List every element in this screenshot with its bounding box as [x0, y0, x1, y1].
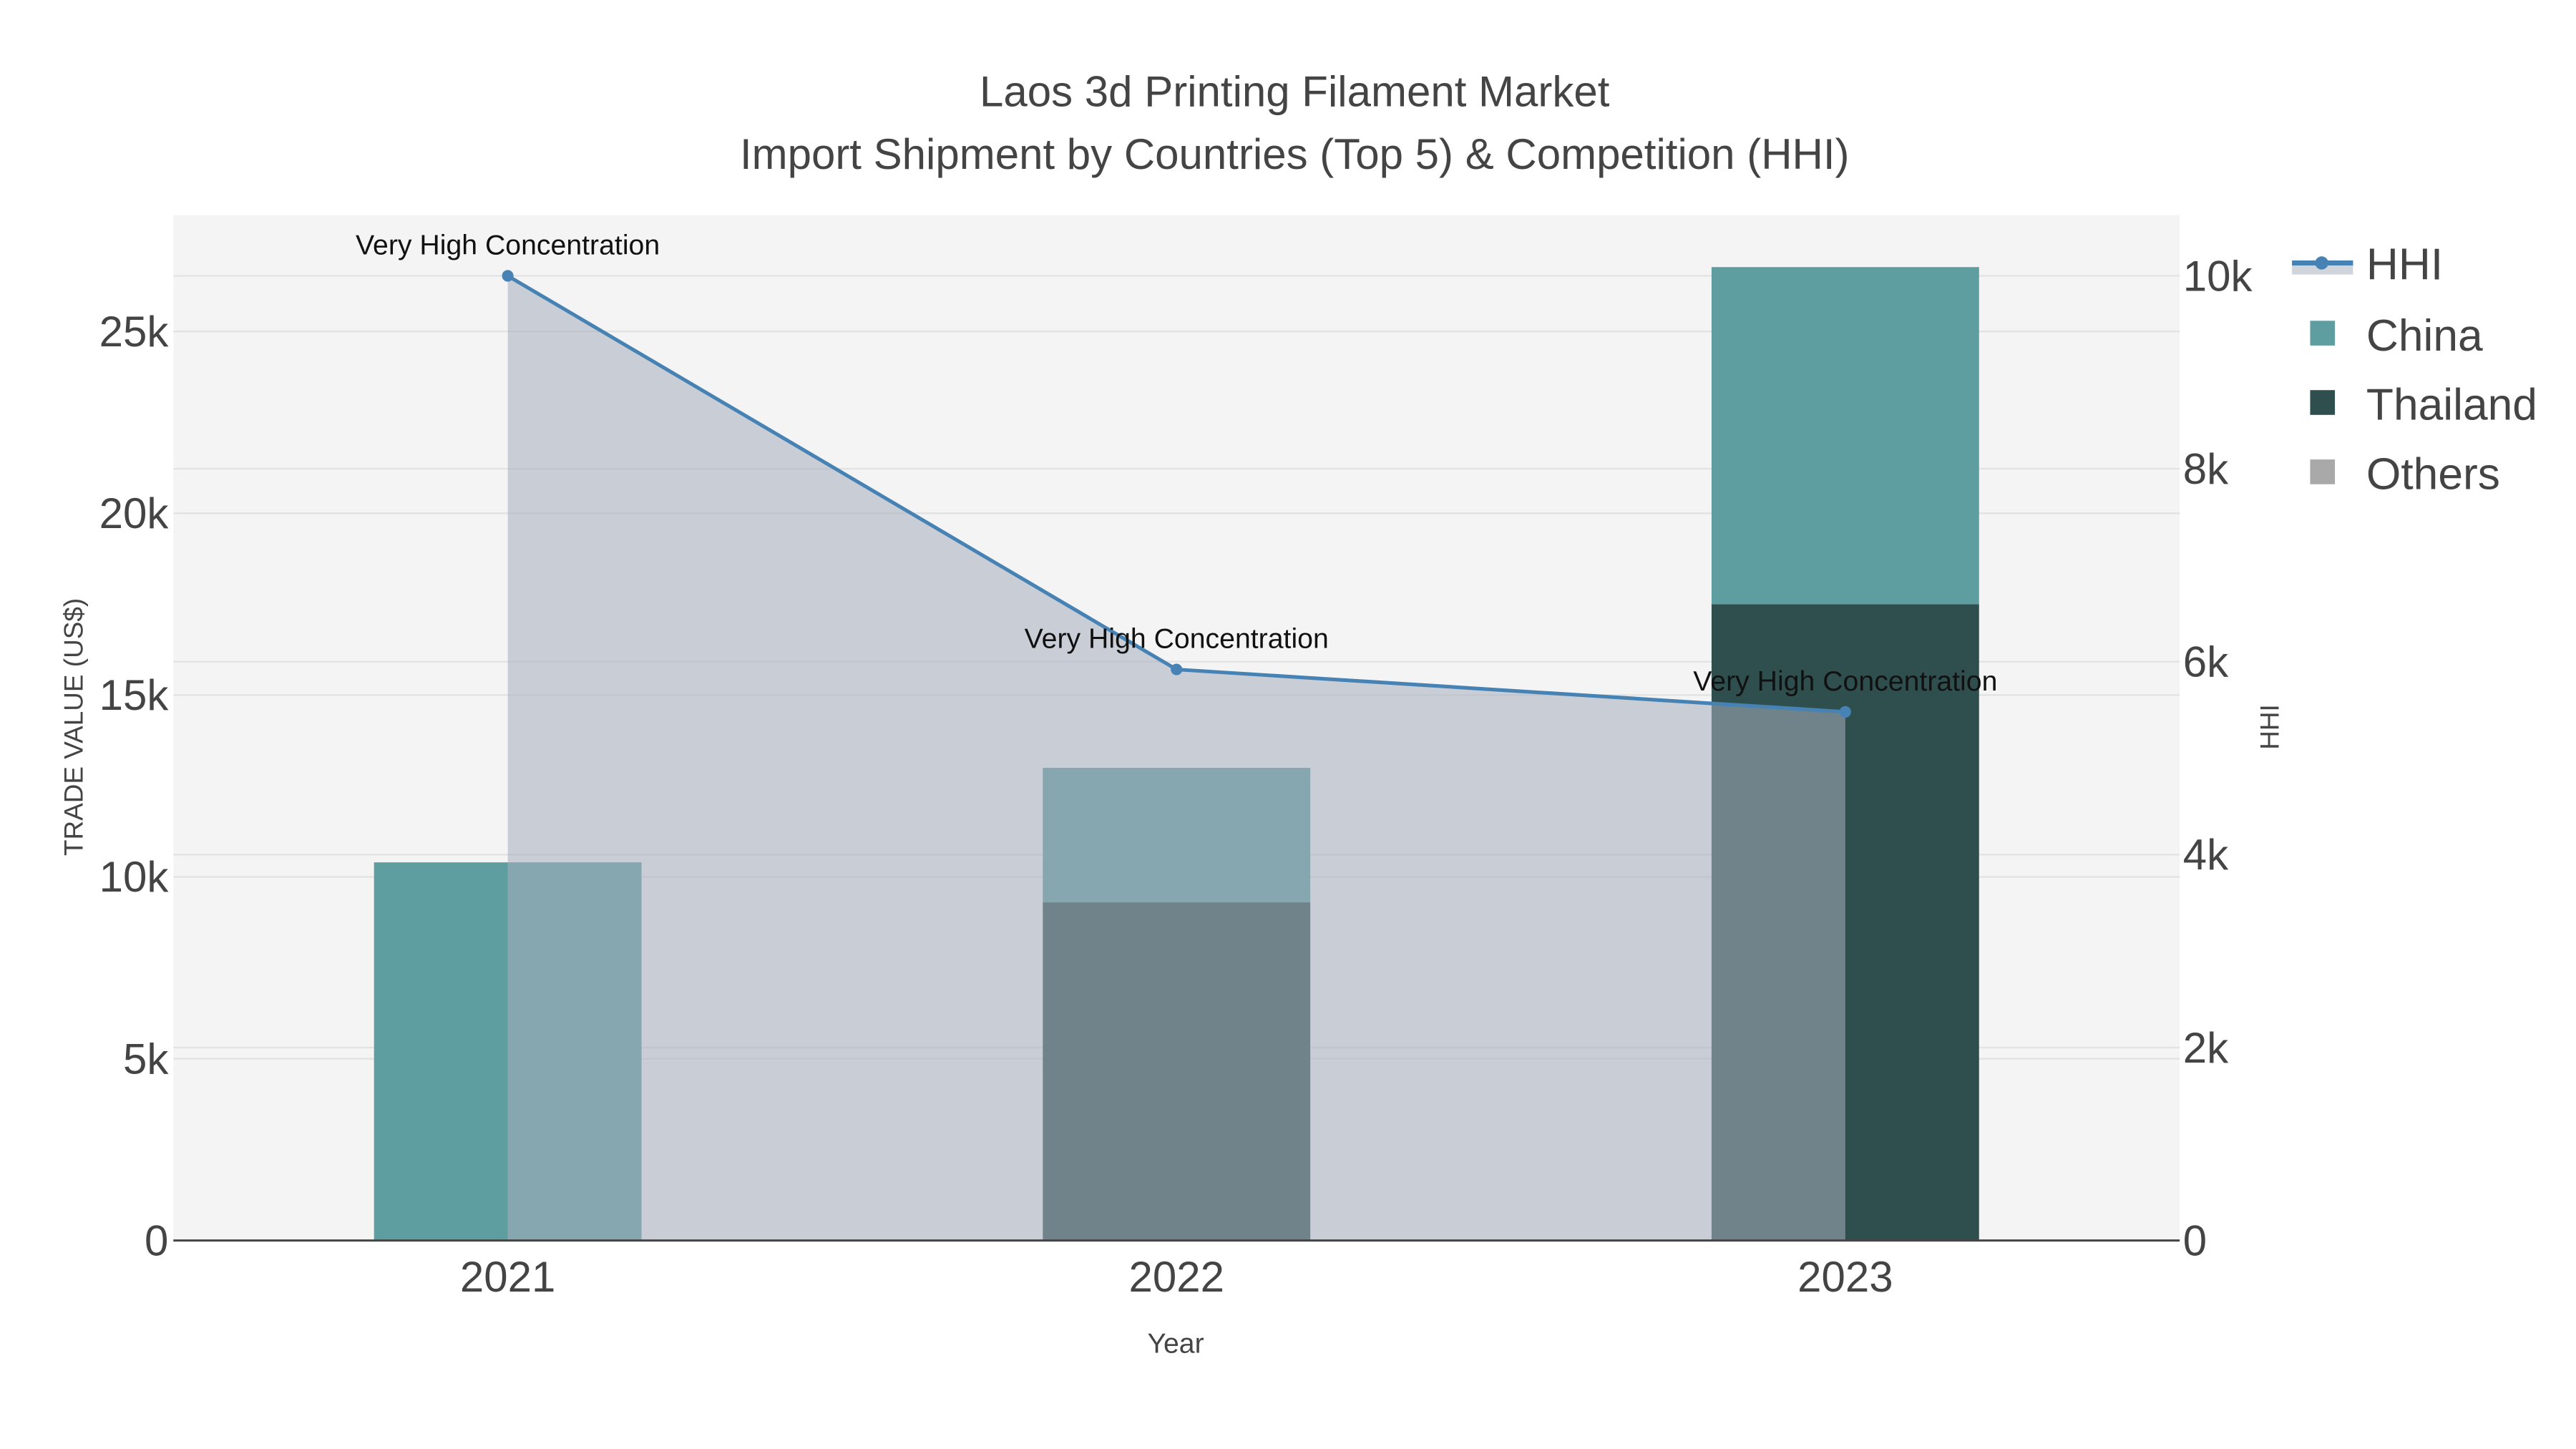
- legend-label: China: [2366, 311, 2483, 361]
- y-tick-label: 0: [145, 1216, 168, 1264]
- y2-tick-label: 2k: [2183, 1024, 2229, 1072]
- hhi-point-2021[interactable]: [502, 270, 514, 282]
- legend-item-china[interactable]: China: [2310, 311, 2483, 361]
- y2-tick-label: 8k: [2183, 445, 2229, 493]
- legend-item-others[interactable]: Others: [2310, 450, 2500, 499]
- y2-tick-label: 10k: [2183, 252, 2253, 300]
- y2-tick-label: 0: [2183, 1216, 2207, 1264]
- x-tick-label: 2023: [1797, 1253, 1893, 1301]
- legend-label: Others: [2366, 450, 2500, 499]
- y-axis-label: TRADE VALUE (US$): [59, 598, 88, 856]
- y-tick-label: 25k: [99, 308, 170, 356]
- y-tick-label: 5k: [123, 1035, 169, 1083]
- legend-item-thailand[interactable]: Thailand: [2310, 381, 2537, 430]
- bar-china-2023[interactable]: [1711, 267, 1979, 605]
- y2-axis-label: HHI: [2255, 704, 2285, 750]
- chart-title-line2: Import Shipment by Countries (Top 5) & C…: [740, 130, 1850, 178]
- hhi-annotation: Very High Concentration: [1693, 665, 1997, 697]
- legend-item-hhi[interactable]: HHI: [2292, 240, 2443, 290]
- legend-label: HHI: [2366, 240, 2443, 290]
- hhi-point-2023[interactable]: [1839, 706, 1851, 718]
- hhi-annotation: Very High Concentration: [1025, 623, 1329, 655]
- x-tick-label: 2021: [460, 1253, 555, 1301]
- y2-tick-label: 4k: [2183, 831, 2229, 879]
- x-axis-label: Year: [1147, 1328, 1204, 1360]
- y-tick-label: 20k: [99, 489, 170, 537]
- hhi-marker-icon: [2315, 256, 2328, 270]
- chart: Laos 3d Printing Filament Market Import …: [59, 67, 2537, 1360]
- hhi-point-2022[interactable]: [1171, 663, 1183, 675]
- hhi-annotation: Very High Concentration: [356, 230, 660, 261]
- y-tick-label: 15k: [99, 671, 170, 719]
- y2-tick-label: 6k: [2183, 638, 2229, 686]
- x-tick-label: 2022: [1128, 1253, 1224, 1301]
- chart-title-line1: Laos 3d Printing Filament Market: [980, 67, 1610, 115]
- legend: HHI China Thailand Others: [2292, 240, 2537, 499]
- legend-label: Thailand: [2366, 381, 2537, 430]
- y-tick-label: 10k: [99, 853, 170, 901]
